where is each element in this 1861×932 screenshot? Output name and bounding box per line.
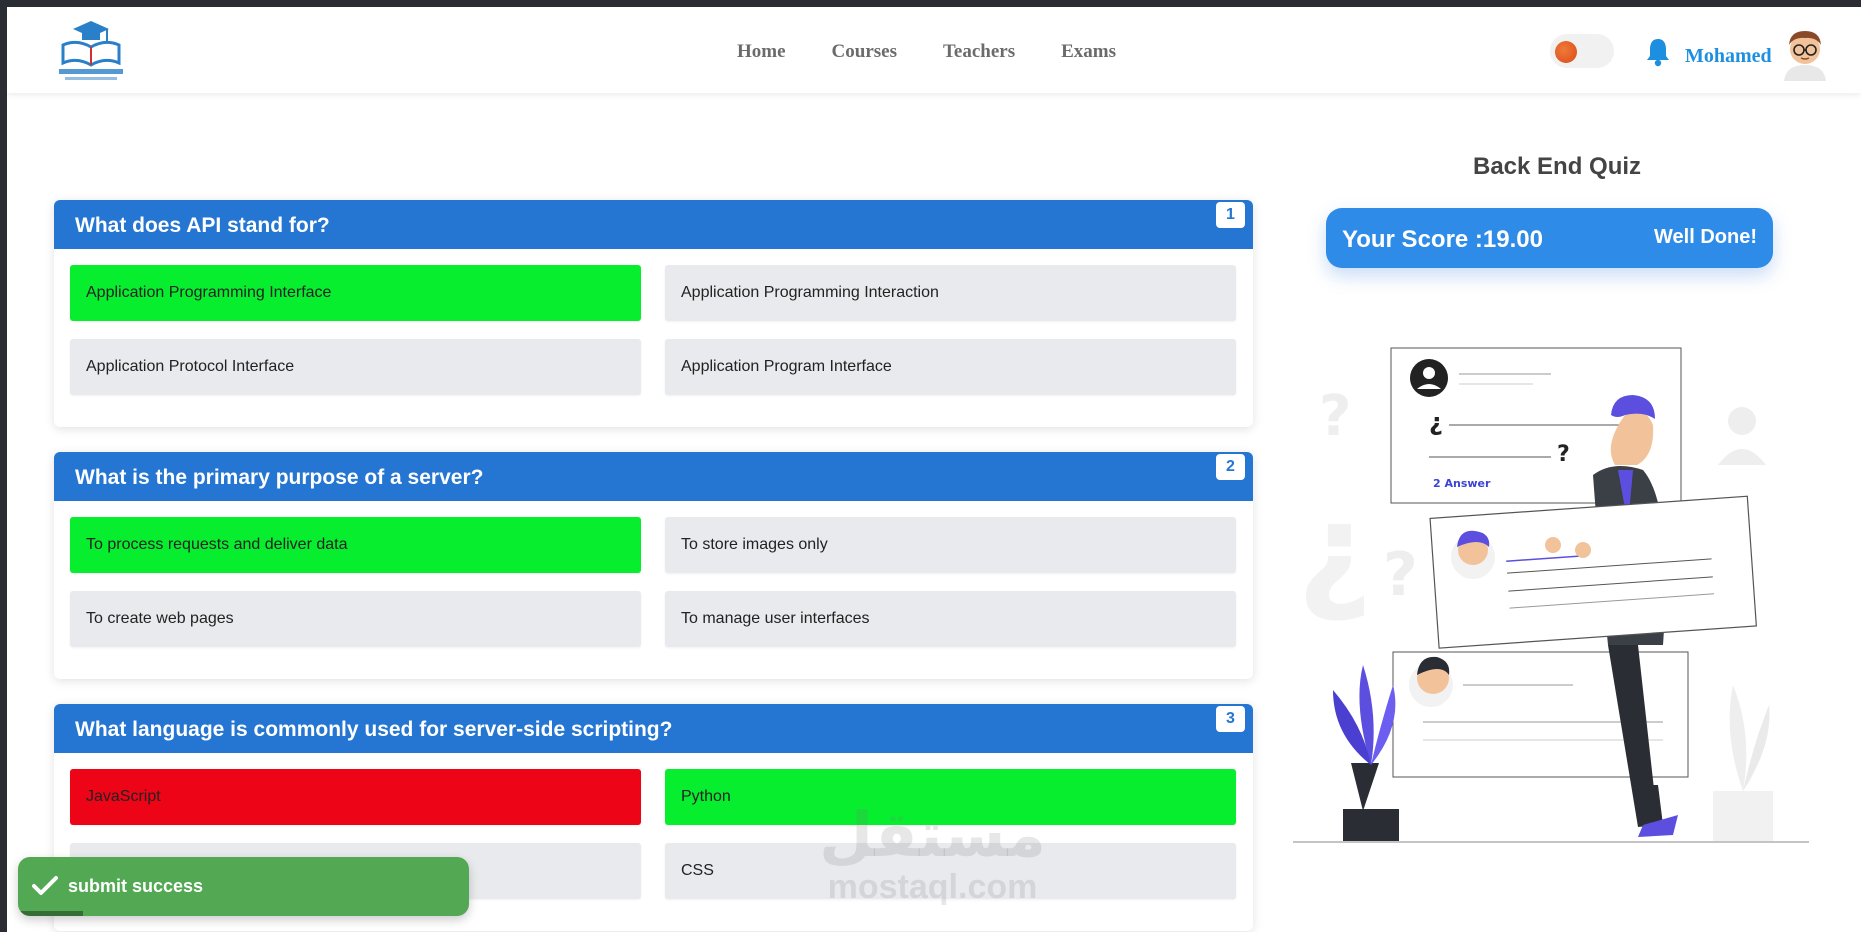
toggle-knob bbox=[1555, 41, 1577, 63]
quiz-illustration: ? ? ¿ ¿ ? 2 Answer bbox=[1293, 345, 1809, 845]
svg-text:?: ? bbox=[1557, 442, 1570, 467]
toast-message: submit success bbox=[68, 876, 204, 896]
question-text: What is the primary purpose of a server? bbox=[75, 466, 484, 489]
toast-progress-bar bbox=[18, 911, 83, 916]
answer-option[interactable]: To create web pages bbox=[70, 591, 641, 647]
quiz-title: Back End Quiz bbox=[1473, 153, 1642, 180]
answer-option[interactable]: Application Programming Interaction bbox=[665, 265, 1236, 321]
illustration-answer-label: 2 Answer bbox=[1433, 477, 1491, 490]
answer-option-correct[interactable]: To process requests and deliver data bbox=[70, 517, 641, 573]
svg-text:¿: ¿ bbox=[1429, 408, 1443, 436]
nav-link-courses[interactable]: Courses bbox=[832, 41, 897, 63]
watermark: مستقل mostaql.com bbox=[815, 800, 1050, 910]
answer-option[interactable]: To manage user interfaces bbox=[665, 591, 1236, 647]
svg-text:¿: ¿ bbox=[1297, 474, 1372, 626]
nav-link-teachers[interactable]: Teachers bbox=[943, 41, 1015, 63]
answer-option[interactable]: Application Protocol Interface bbox=[70, 339, 641, 395]
success-toast[interactable]: submit success bbox=[18, 857, 469, 916]
question-number-badge: 2 bbox=[1216, 454, 1245, 480]
check-icon bbox=[32, 875, 58, 897]
answer-grid: Application Programming Interface Applic… bbox=[54, 249, 1253, 427]
question-text: What language is commonly used for serve… bbox=[75, 718, 673, 741]
window-frame-left bbox=[0, 0, 7, 932]
theme-toggle[interactable] bbox=[1550, 34, 1614, 68]
answer-option-wrong[interactable]: JavaScript bbox=[70, 769, 641, 825]
question-card-2: What is the primary purpose of a server?… bbox=[54, 452, 1253, 679]
score-message: Well Done! bbox=[1654, 226, 1757, 248]
question-header: What language is commonly used for serve… bbox=[54, 704, 1253, 753]
watermark-arabic: مستقل bbox=[819, 798, 1046, 871]
window-frame-top bbox=[0, 0, 1861, 7]
answer-option[interactable]: To store images only bbox=[665, 517, 1236, 573]
watermark-latin: mostaql.com bbox=[827, 868, 1038, 906]
nav-link-exams[interactable]: Exams bbox=[1061, 41, 1116, 63]
question-number-badge: 3 bbox=[1216, 706, 1245, 732]
score-box: Your Score :19.00 Well Done! bbox=[1326, 208, 1773, 268]
svg-text:?: ? bbox=[1383, 540, 1418, 610]
svg-text:?: ? bbox=[1319, 384, 1351, 449]
question-number-badge: 1 bbox=[1216, 202, 1245, 228]
answer-option-correct[interactable]: Application Programming Interface bbox=[70, 265, 641, 321]
score-label: Your Score :19.00 bbox=[1342, 226, 1543, 253]
question-header: What does API stand for? 1 bbox=[54, 200, 1253, 249]
nav-link-home[interactable]: Home bbox=[737, 41, 786, 63]
answer-option[interactable]: Application Program Interface bbox=[665, 339, 1236, 395]
question-card-1: What does API stand for? 1 Application P… bbox=[54, 200, 1253, 427]
question-text: What does API stand for? bbox=[75, 214, 330, 237]
user-avatar[interactable] bbox=[1780, 25, 1830, 81]
answer-grid: To process requests and deliver data To … bbox=[54, 501, 1253, 679]
bell-icon[interactable] bbox=[1645, 37, 1671, 67]
navbar: Home Courses Teachers Exams Mohamed bbox=[7, 7, 1861, 93]
user-name[interactable]: Mohamed bbox=[1685, 45, 1772, 68]
platform-logo[interactable] bbox=[51, 17, 131, 83]
question-header: What is the primary purpose of a server?… bbox=[54, 452, 1253, 501]
nav-links: Home Courses Teachers Exams bbox=[737, 41, 1162, 63]
